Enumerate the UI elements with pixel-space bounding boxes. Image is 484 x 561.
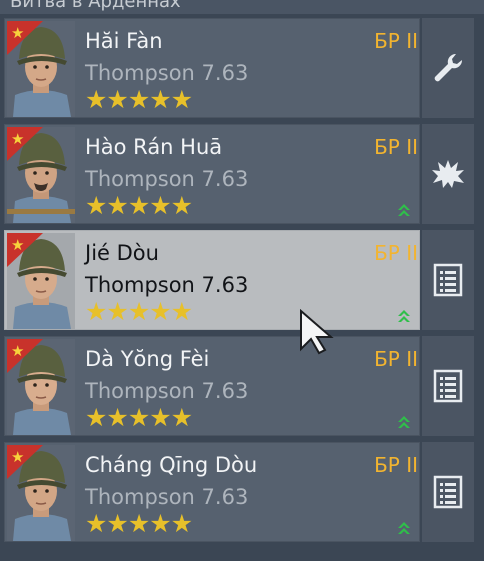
battle-rating-label: БР II — [374, 29, 418, 53]
soldier-row: ★ Dà Yŏng Fèi Thompson 7.63 ★★★★★ БР II — [0, 336, 476, 436]
svg-text:★: ★ — [11, 448, 24, 466]
soldier-row: ★ Hào Rán Huā Thompson 7.63 ★★★★★ БР II — [0, 124, 476, 224]
mouse-cursor-icon — [300, 309, 334, 355]
rank-up-icon — [398, 204, 410, 216]
wrench-icon — [434, 53, 463, 82]
soldier-card[interactable]: ★ Jié Dòu Thompson 7.63 ★★★★★ БР II — [4, 230, 420, 330]
soldier-card[interactable]: ★ Hào Rán Huā Thompson 7.63 ★★★★★ БР II — [4, 124, 420, 224]
svg-text:★: ★ — [11, 24, 24, 42]
soldier-portrait: ★ — [7, 21, 75, 117]
battle-rating-label: БР II — [374, 135, 418, 159]
soldier-row: ★ Jié Dòu Thompson 7.63 ★★★★★ БР II — [0, 230, 476, 330]
soldier-row: ★ Cháng Qīng Dòu Thompson 7.63 ★★★★★ БР … — [0, 442, 476, 542]
soldier-name: Jié Dòu — [85, 241, 159, 265]
soldier-action-button[interactable] — [422, 230, 474, 330]
svg-text:★: ★ — [11, 236, 24, 254]
rank-up-icon — [398, 522, 410, 534]
battle-rating-label: БР II — [374, 347, 418, 371]
list-icon — [433, 475, 463, 509]
rank-up-icon — [398, 310, 410, 322]
soldier-row: ★ Hăi Fàn Thompson 7.63 ★★★★★ БР II — [0, 18, 476, 118]
list-icon — [433, 263, 463, 297]
soldier-weapon: Thompson 7.63 — [85, 273, 249, 297]
soldier-name: Dà Yŏng Fèi — [85, 347, 210, 371]
soldier-action-button[interactable] — [422, 442, 474, 542]
soldier-rating-stars: ★★★★★ — [85, 403, 193, 432]
section-header: Битва в Арденнах — [0, 0, 484, 14]
soldier-name: Hào Rán Huā — [85, 135, 223, 159]
soldier-weapon: Thompson 7.63 — [85, 61, 249, 85]
soldier-card[interactable]: ★ Dà Yŏng Fèi Thompson 7.63 ★★★★★ БР II — [4, 336, 420, 436]
soldier-weapon: Thompson 7.63 — [85, 379, 249, 403]
soldier-rating-stars: ★★★★★ — [85, 85, 193, 114]
soldier-rating-stars: ★★★★★ — [85, 297, 193, 326]
soldier-portrait: ★ — [7, 339, 75, 435]
soldier-rating-stars: ★★★★★ — [85, 191, 193, 220]
soldier-portrait: ★ — [7, 445, 75, 541]
soldier-card[interactable]: ★ Cháng Qīng Dòu Thompson 7.63 ★★★★★ БР … — [4, 442, 420, 542]
battle-rating-label: БР II — [374, 453, 418, 477]
battle-rating-label: БР II — [374, 241, 418, 265]
soldier-card[interactable]: ★ Hăi Fàn Thompson 7.63 ★★★★★ БР II — [4, 18, 420, 118]
svg-text:★: ★ — [11, 342, 24, 360]
soldier-name: Cháng Qīng Dòu — [85, 453, 258, 477]
soldier-portrait: ★ — [7, 233, 75, 329]
list-icon — [433, 369, 463, 403]
explosion-icon — [432, 160, 464, 188]
soldier-rating-stars: ★★★★★ — [85, 509, 193, 538]
soldier-action-button[interactable] — [422, 18, 474, 118]
soldier-weapon: Thompson 7.63 — [85, 485, 249, 509]
soldier-weapon: Thompson 7.63 — [85, 167, 249, 191]
soldier-action-button[interactable] — [422, 336, 474, 436]
soldier-portrait: ★ — [7, 127, 75, 223]
soldier-action-button[interactable] — [422, 124, 474, 224]
svg-text:★: ★ — [11, 130, 24, 148]
section-title: Битва в Арденнах — [10, 0, 181, 12]
soldier-name: Hăi Fàn — [85, 29, 163, 53]
rank-up-icon — [398, 416, 410, 428]
